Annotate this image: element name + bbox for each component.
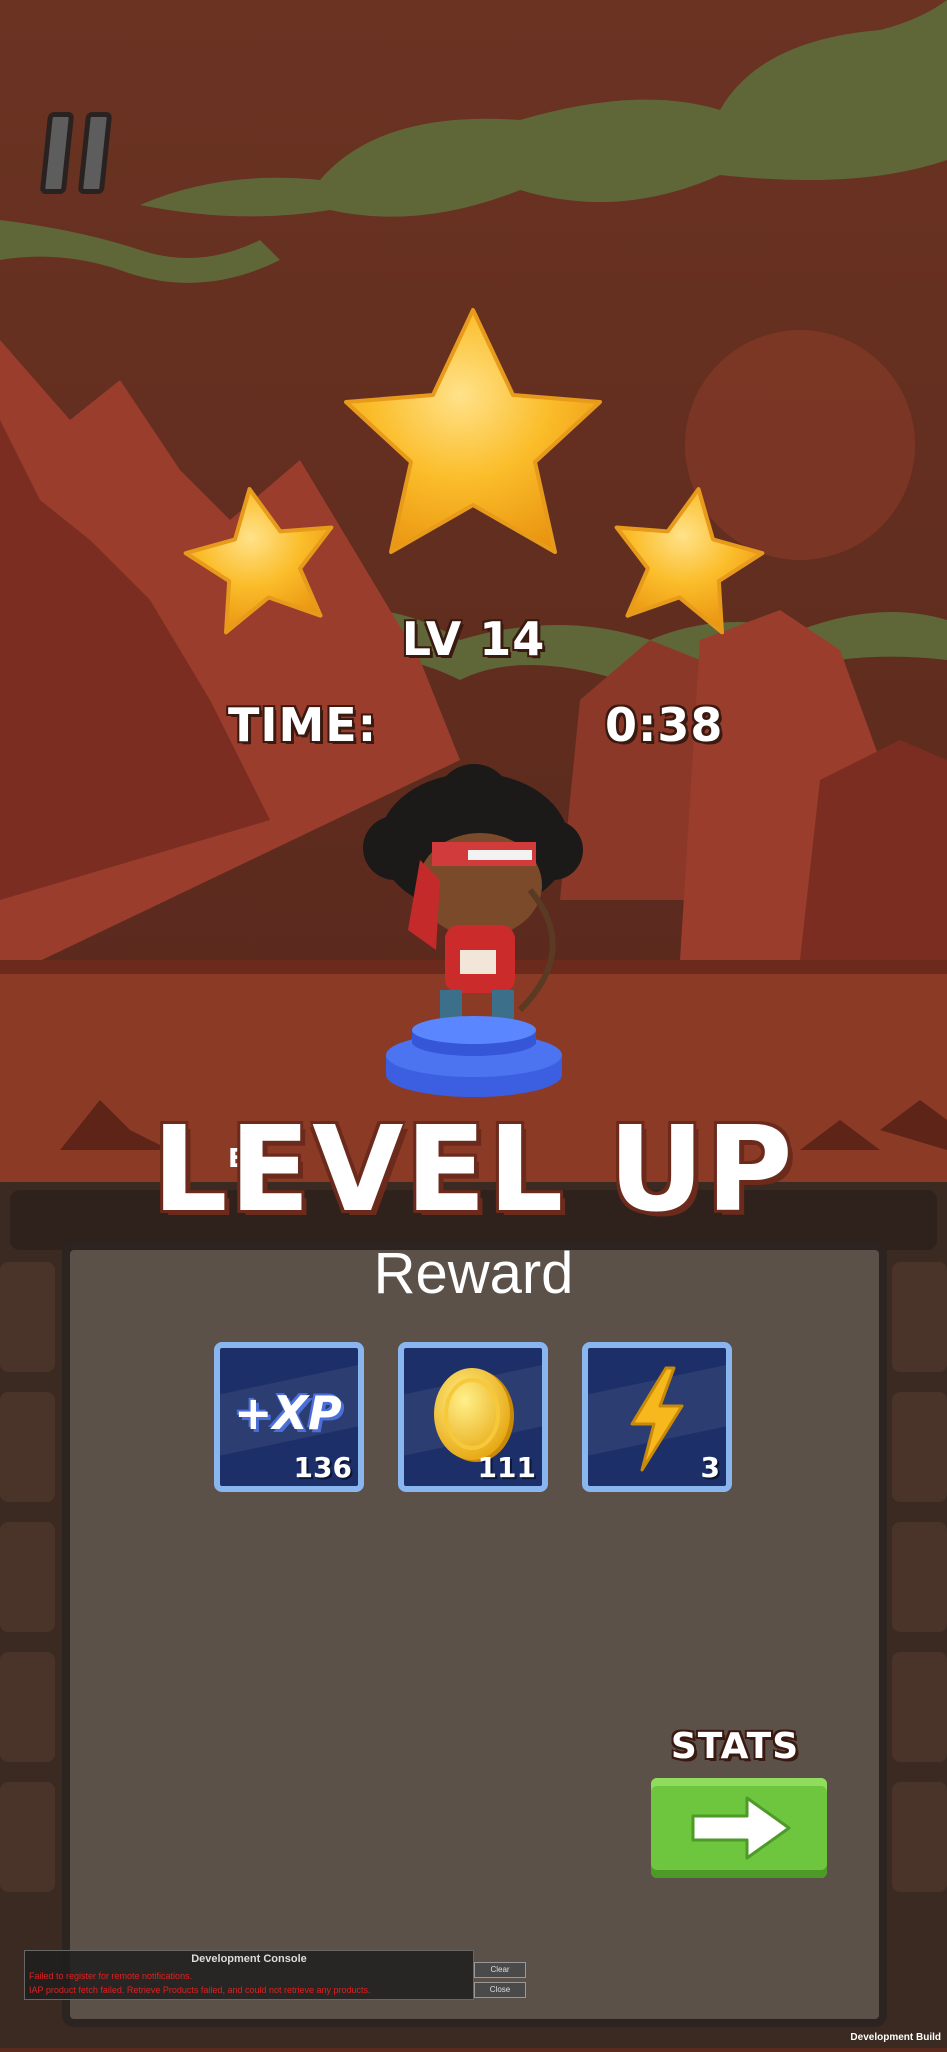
reward-coin-tile: 111 — [398, 1342, 548, 1492]
planet — [685, 330, 915, 560]
dev-console-title: Development Console — [191, 1953, 307, 1965]
pause-button[interactable] — [39, 112, 114, 196]
stats-label: STATS — [670, 1726, 800, 1767]
time-value: 0:38 — [605, 698, 724, 752]
reward-count: 111 — [477, 1451, 536, 1484]
reward-energy-tile: 3 — [582, 1342, 732, 1492]
reward-count: 3 — [700, 1451, 720, 1484]
reward-title: Reward — [373, 1241, 574, 1306]
arrow-right-icon — [691, 1796, 791, 1860]
stats-next-button[interactable] — [651, 1778, 827, 1878]
level-number: LV 14 — [401, 612, 546, 666]
level-up-banner: LEVEL UP — [152, 1100, 795, 1238]
time-label: TIME: — [228, 698, 378, 752]
pause-icon — [39, 112, 75, 194]
dev-console: Development Console Failed to register f… — [24, 1950, 474, 2000]
console-close-button[interactable]: Close — [474, 1982, 526, 1998]
development-build-label: Development Build — [850, 2032, 941, 2043]
reward-xp-tile: +XP 136 — [214, 1342, 364, 1492]
reward-count: 136 — [293, 1451, 352, 1484]
console-log-line: Failed to register for remote notificati… — [29, 1971, 193, 1981]
xp-icon: +XP — [234, 1386, 342, 1440]
console-clear-button[interactable]: Clear — [474, 1962, 526, 1978]
console-log-line: IAP product fetch failed. Retrieve Produ… — [29, 1985, 371, 1995]
